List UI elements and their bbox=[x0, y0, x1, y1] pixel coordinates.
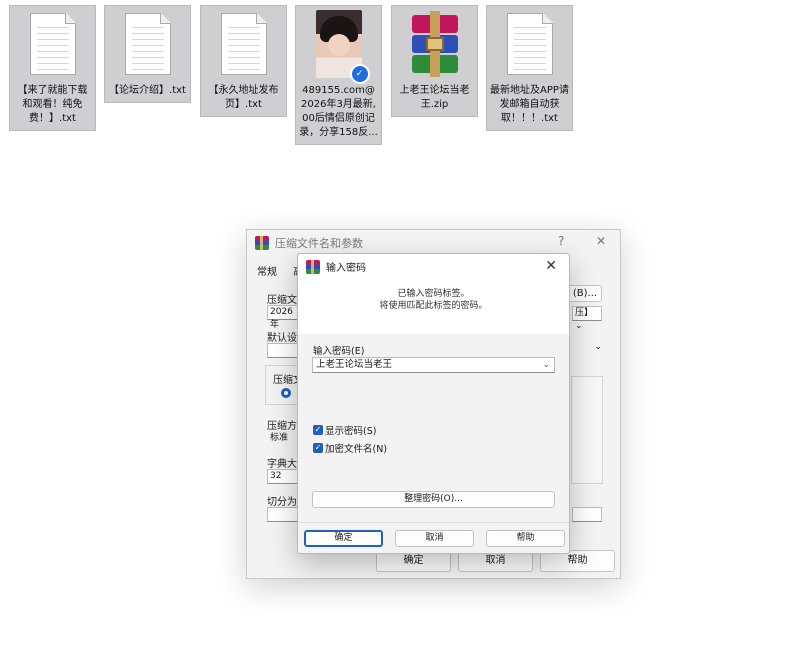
desktop-file-image[interactable]: ✓ 489155.com@2026年3月最新,00后情侣原创记录，分享158反.… bbox=[295, 5, 382, 145]
password-label-info: 已输入密码标签。 将使用匹配此标签的密码。 bbox=[379, 289, 488, 311]
dialog-header: 输入密码 ✕ 已输入密码标签。 将使用匹配此标签的密码。 bbox=[298, 254, 569, 334]
password-input[interactable]: 上老王论坛当老王 ⌄ bbox=[312, 357, 555, 373]
text-file-icon bbox=[220, 13, 267, 75]
close-icon[interactable]: ✕ bbox=[545, 258, 557, 274]
help-button[interactable]: 帮助 bbox=[486, 530, 565, 547]
photo-thumbnail: ✓ bbox=[315, 10, 370, 84]
tab-general[interactable]: 常规 bbox=[257, 263, 277, 278]
desktop-file-txt-4[interactable]: 最新地址及APP请发邮箱自动获取！！！.txt bbox=[486, 5, 573, 131]
update-mode-select[interactable]: 压】 ⌄ bbox=[572, 306, 602, 331]
dialog-title: 输入密码 bbox=[326, 263, 366, 274]
desktop-file-txt-3[interactable]: 【永久地址发布页】.txt bbox=[200, 5, 287, 117]
winrar-archive-icon bbox=[406, 11, 464, 77]
profile-dropdown-chevron[interactable]: ⌄ bbox=[572, 341, 602, 356]
archive-options-group bbox=[571, 376, 603, 484]
enter-password-dialog: 输入密码 ✕ 已输入密码标签。 将使用匹配此标签的密码。 输入密码(E) 上老王… bbox=[297, 253, 570, 554]
checkmark-icon: ✓ bbox=[313, 425, 323, 435]
desktop-file-zip[interactable]: 上老王论坛当老王.zip bbox=[391, 5, 478, 117]
file-name: 【论坛介绍】.txt bbox=[109, 85, 186, 96]
chevron-down-icon[interactable]: ⌄ bbox=[542, 358, 550, 372]
file-name: 最新地址及APP请发邮箱自动获取！！！.txt bbox=[490, 85, 569, 124]
checkmark-icon: ✓ bbox=[313, 443, 323, 453]
file-name: 【来了就能下载和观看！纯免费！】.txt bbox=[17, 85, 88, 124]
cancel-button[interactable]: 取消 bbox=[395, 530, 474, 547]
help-title-button[interactable]: ? bbox=[558, 234, 564, 248]
compression-method-select[interactable]: 标准 bbox=[267, 431, 299, 446]
close-icon[interactable]: ✕ bbox=[596, 234, 606, 248]
text-file-icon bbox=[29, 13, 76, 75]
browse-button[interactable]: (B)... bbox=[568, 285, 602, 302]
password-field-label: 输入密码(E) bbox=[313, 346, 365, 357]
file-name: 【永久地址发布页】.txt bbox=[208, 85, 279, 110]
title-bar: 输入密码 bbox=[306, 259, 366, 274]
text-file-icon bbox=[124, 13, 171, 75]
password-button-placeholder[interactable] bbox=[572, 507, 602, 522]
ok-button[interactable]: 确定 bbox=[304, 530, 383, 547]
dialog-title: 压缩文件名和参数 bbox=[275, 237, 363, 250]
compression-method-label: 压缩方 bbox=[267, 421, 297, 432]
desktop-file-txt-1[interactable]: 【来了就能下载和观看！纯免费！】.txt bbox=[9, 5, 96, 131]
sync-badge-icon: ✓ bbox=[349, 64, 370, 84]
file-name: 上老王论坛当老王.zip bbox=[399, 85, 470, 110]
text-file-icon bbox=[506, 13, 553, 75]
desktop-file-txt-2[interactable]: 【论坛介绍】.txt bbox=[104, 5, 191, 103]
file-name: 489155.com@2026年3月最新,00后情侣原创记录，分享158反... bbox=[299, 85, 378, 138]
dictionary-size-select[interactable]: 32 bbox=[267, 469, 299, 484]
split-volumes-input[interactable] bbox=[267, 507, 299, 522]
format-radio-rar[interactable] bbox=[281, 388, 291, 398]
encrypt-file-names-checkbox[interactable]: ✓ 加密文件名(N) bbox=[313, 441, 387, 455]
archive-name-input[interactable]: 2026年 bbox=[267, 305, 299, 330]
winrar-icon bbox=[255, 236, 269, 250]
show-password-checkbox[interactable]: ✓ 显示密码(S) bbox=[313, 423, 376, 437]
organize-passwords-button[interactable]: 整理密码(O)... bbox=[312, 491, 555, 508]
winrar-icon bbox=[306, 259, 320, 274]
profiles-button[interactable] bbox=[267, 343, 299, 358]
